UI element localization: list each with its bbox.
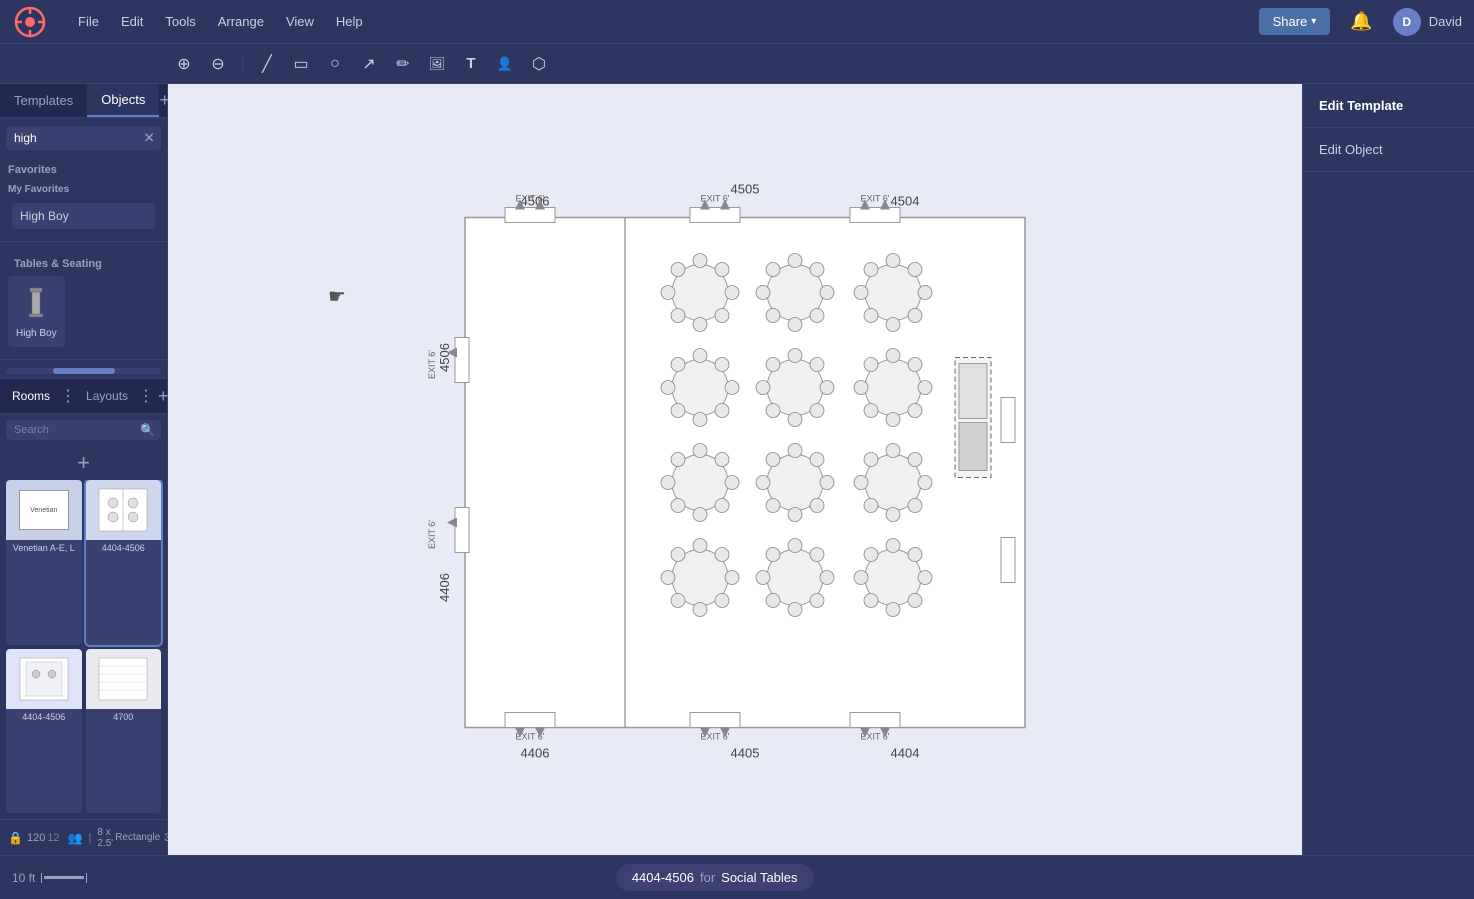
text-tool-button[interactable]: T	[457, 50, 485, 78]
zoom-in-button[interactable]: ⊕	[170, 50, 198, 78]
floor-count1: 120	[27, 832, 45, 844]
tab-templates[interactable]: Templates	[0, 85, 87, 116]
for-label: for	[700, 870, 715, 885]
pen-tool-button[interactable]: ✏	[389, 50, 417, 78]
rect-tool-button[interactable]: ▭	[287, 50, 315, 78]
svg-text:4404: 4404	[891, 745, 920, 760]
notification-icon[interactable]: 🔔	[1350, 11, 1372, 32]
search-icon: 🔍	[140, 423, 155, 437]
scale-bar	[44, 876, 84, 879]
divider-1	[0, 241, 167, 242]
toolbar-separator	[242, 54, 243, 74]
layout-4404-4506-b[interactable]: 4404-4506	[6, 649, 82, 814]
rect-sub: Rectangle	[115, 832, 160, 843]
floor-count2: 12	[47, 832, 59, 844]
svg-text:4505: 4505	[731, 181, 760, 196]
layouts-dots-menu[interactable]: ⋮	[134, 386, 158, 406]
rect-size: 8 x 2.5'	[97, 827, 113, 849]
layout-4404-4506-label: 4404-4506	[86, 540, 162, 556]
left-panel: Templates Objects + ✕ Favorites My Favor…	[0, 84, 168, 855]
zoom-out-button[interactable]: ⊖	[204, 50, 232, 78]
edit-object-button[interactable]: Edit Object	[1303, 128, 1474, 172]
rooms-dots-menu[interactable]: ⋮	[56, 386, 80, 406]
scale-line	[41, 873, 87, 883]
scale-label: 10 ft	[12, 871, 35, 885]
tables-seating-title: Tables & Seating	[6, 252, 161, 274]
layout-4700[interactable]: 4700	[86, 649, 162, 814]
floor-plan: 4506 4505 4504 4406 4405 4404 4506 4406 …	[405, 157, 1065, 782]
menu-arrange[interactable]: Arrange	[216, 10, 266, 33]
rooms-layouts-bar: Rooms ⋮ Layouts ⋮ +	[0, 378, 167, 414]
layout-4700-label: 4700	[86, 709, 162, 725]
layout-venetian[interactable]: Venetian Venetian A-E, L	[6, 480, 82, 645]
menubar: File Edit Tools Arrange View Help Share …	[0, 0, 1474, 44]
svg-text:4406: 4406	[437, 573, 452, 602]
left-panel-tabs: Templates Objects +	[0, 84, 167, 118]
room-badge: 4404-4506 for Social Tables	[616, 864, 814, 891]
add-layout-button[interactable]: +	[158, 386, 169, 407]
ellipse-tool-button[interactable]: ○	[321, 50, 349, 78]
menu-help[interactable]: Help	[334, 10, 365, 33]
scale-info: 10 ft	[12, 871, 87, 885]
menu-tools[interactable]: Tools	[163, 10, 197, 33]
layout-4404-4506-b-label: 4404-4506	[6, 709, 82, 725]
right-panel: Edit Template Edit Object	[1302, 84, 1474, 855]
tables-seating-section: Tables & Seating High Boy	[0, 248, 167, 353]
canvas-area[interactable]: ☛ 4506 4505 4504 4406 4405 4404 4506 440…	[168, 84, 1302, 855]
hand-cursor-icon: ☛	[328, 284, 346, 309]
room-id: 4404-4506	[632, 870, 694, 885]
menu-items: File Edit Tools Arrange View Help	[76, 10, 365, 33]
floor-icon: 🔒	[8, 831, 23, 845]
menu-edit[interactable]: Edit	[119, 10, 145, 33]
venue-name: Social Tables	[721, 870, 797, 885]
user-area[interactable]: D David	[1393, 8, 1462, 36]
bottom-bar: 10 ft 4404-4506 for Social Tables	[0, 855, 1474, 899]
image-tool-button[interactable]: 🖼	[423, 50, 451, 78]
layouts-search: 🔍	[6, 420, 161, 440]
line-tool-button[interactable]: ╱	[253, 50, 281, 78]
rooms-tab[interactable]: Rooms	[6, 385, 56, 407]
layout-4404-4506[interactable]: 4404-4506	[86, 480, 162, 645]
high-boy-object-label: High Boy	[16, 328, 57, 339]
share-chevron-icon: ▾	[1311, 16, 1316, 27]
tab-objects[interactable]: Objects	[87, 84, 159, 117]
high-boy-icon	[16, 284, 56, 324]
search-input[interactable]	[6, 126, 161, 150]
svg-text:4406: 4406	[521, 745, 550, 760]
divider-2	[0, 359, 167, 360]
arrow-tool-button[interactable]: ↗	[355, 50, 383, 78]
layout-venetian-label: Venetian A-E, L	[6, 540, 82, 556]
layouts-search-input[interactable]	[6, 420, 161, 440]
svg-text:4405: 4405	[731, 745, 760, 760]
edit-template-button[interactable]: Edit Template	[1303, 84, 1474, 128]
main-area: Templates Objects + ✕ Favorites My Favor…	[0, 84, 1474, 855]
menu-file[interactable]: File	[76, 10, 101, 33]
layouts-grid: Venetian Venetian A-E, L 4404-4506	[0, 480, 167, 819]
favorites-section-title: Favorites	[0, 158, 167, 180]
avatar: D	[1393, 8, 1421, 36]
app-logo	[12, 4, 48, 40]
high-boy-object[interactable]: High Boy	[8, 276, 65, 347]
search-box: ✕	[6, 126, 161, 150]
status-bar-bottom: 🔒 120 12 👥 | 8 x 2.5' Rectangle 3	[0, 819, 167, 855]
layouts-tab[interactable]: Layouts	[80, 385, 134, 407]
add-room-button[interactable]: +	[77, 450, 90, 475]
person-icon: 👥	[68, 831, 83, 845]
toolbar: ⊕ ⊖ ╱ ▭ ○ ↗ ✏ 🖼 T 👤 ⬡	[0, 44, 1474, 84]
username: David	[1429, 14, 1462, 29]
menu-view[interactable]: View	[284, 10, 316, 33]
shape-tool-button[interactable]: ⬡	[525, 50, 553, 78]
person-tool-button[interactable]: 👤	[491, 50, 519, 78]
svg-text:4506: 4506	[437, 343, 452, 372]
share-button[interactable]: Share ▾	[1259, 8, 1331, 35]
high-boy-favorite[interactable]: High Boy	[12, 203, 155, 229]
my-favorites-label: My Favorites	[6, 182, 161, 199]
search-clear-icon[interactable]: ✕	[143, 130, 155, 147]
svg-text:4504: 4504	[891, 193, 920, 208]
svg-text:EXIT 6': EXIT 6'	[427, 519, 437, 548]
svg-text:EXIT 6': EXIT 6'	[427, 349, 437, 378]
